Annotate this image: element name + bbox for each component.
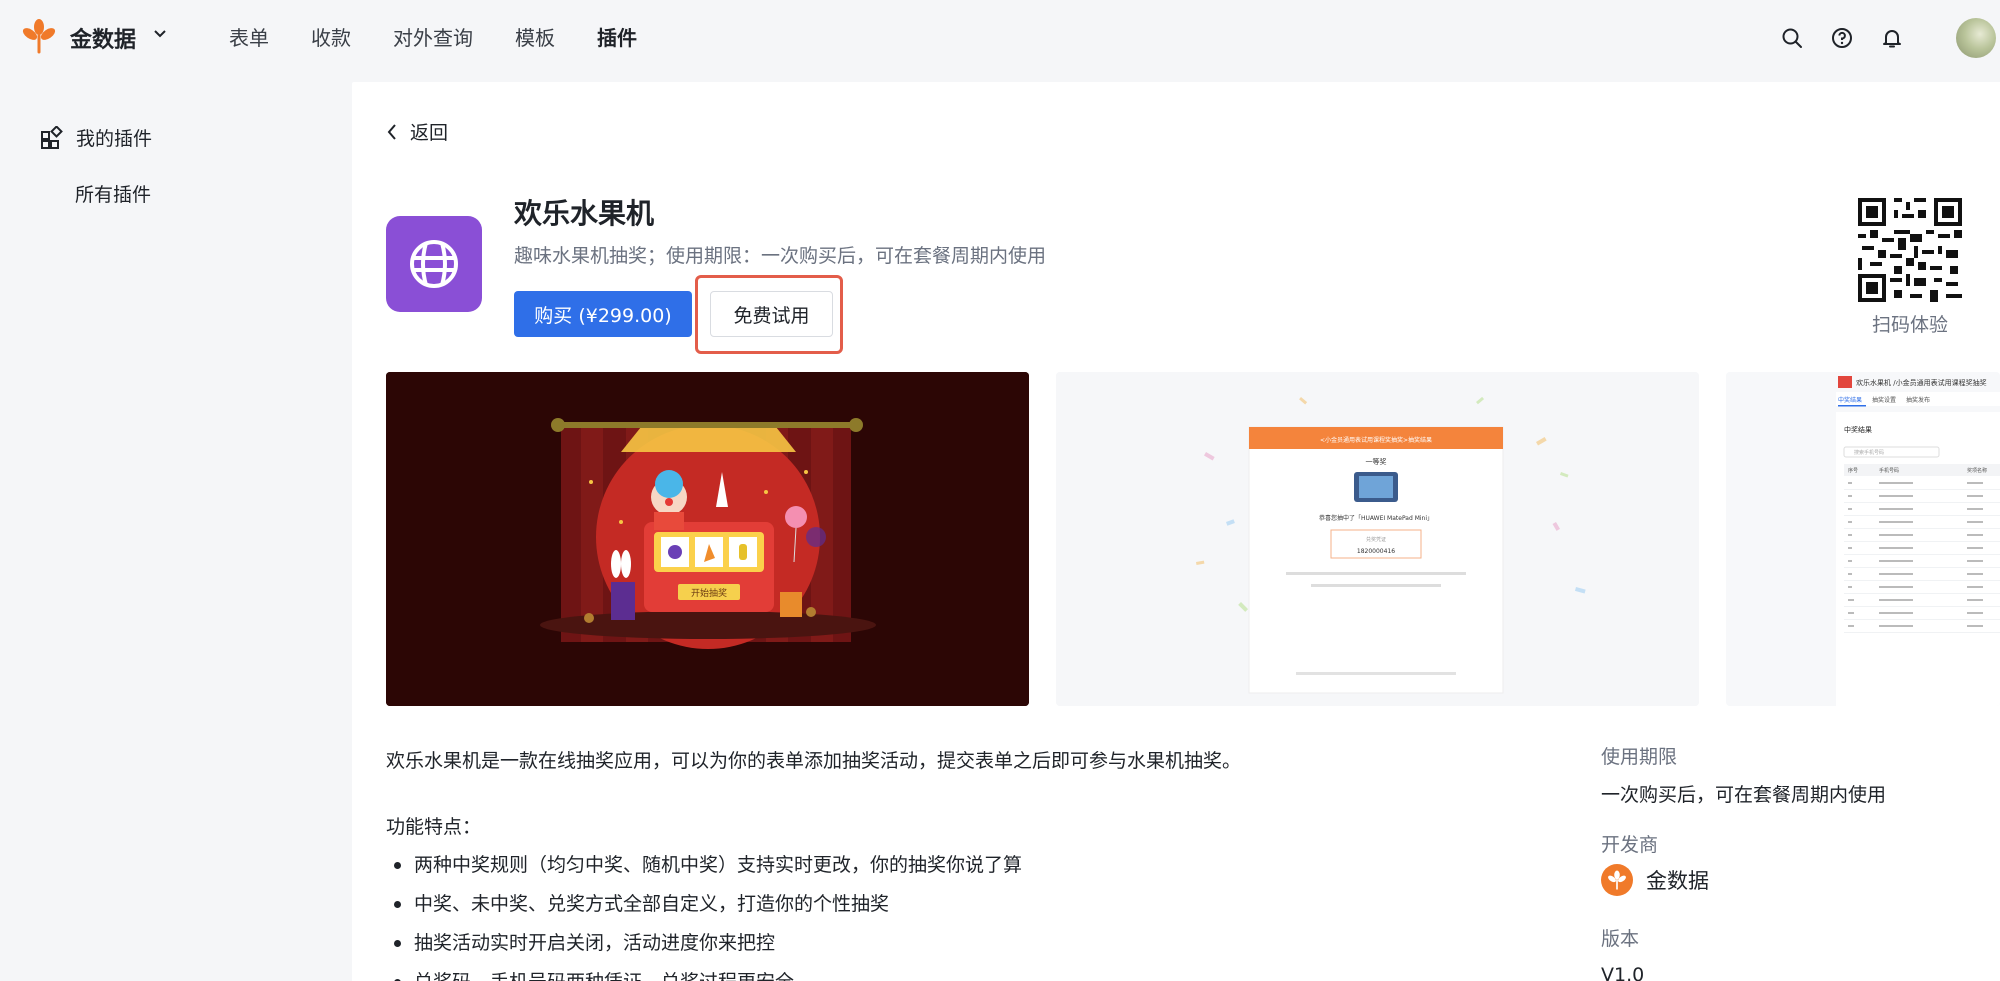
app-subtitle: 趣味水果机抽奖；使用期限：一次购买后，可在套餐周期内使用: [514, 245, 1047, 267]
sidebar-item-label: 所有插件: [75, 184, 152, 206]
small-th-1: 序号: [1848, 467, 1858, 474]
qr-code: [1858, 198, 1962, 302]
free-trial-button[interactable]: 免费试用: [710, 291, 833, 337]
developer-name: 金数据: [1646, 869, 1709, 893]
search-icon[interactable]: [1772, 18, 1812, 58]
nav-item-external-query[interactable]: 对外查询: [393, 22, 473, 51]
small-th-2: 手机号码: [1879, 467, 1899, 474]
small-th-3: 奖项名称: [1967, 467, 1987, 474]
slot-start-label: 开始抽奖: [691, 587, 727, 599]
small-app-title: 欢乐水果机 /小金员通用表试用课程奖抽奖: [1856, 378, 1987, 387]
feature-item: 兑奖码、手机号码两种凭证，兑奖过程更安全: [386, 967, 1022, 981]
feature-item: 中奖、未中奖、兑奖方式全部自定义，打造你的个性抽奖: [386, 889, 1022, 928]
features-list: 两种中奖规则（均匀中奖、随机中奖）支持实时更改，你的抽奖你说了算 中奖、未中奖、…: [386, 850, 1022, 981]
developer-logo-icon: [1601, 864, 1633, 896]
main-panel: 返回 欢乐水果机 趣味水果机抽奖；使用期限：一次购买后，可在套餐周期内使用 购买…: [352, 82, 2000, 981]
sidebar-item-my-plugins[interactable]: 我的插件: [40, 124, 152, 151]
sidebar-item-label: 我的插件: [76, 128, 153, 150]
prize-header-text: <小金员通用表试用课程奖抽奖>抽奖结果: [1320, 436, 1432, 444]
feature-item: 两种中奖规则（均匀中奖、随机中奖）支持实时更改，你的抽奖你说了算: [386, 850, 1022, 889]
small-result-title: 中奖结果: [1844, 425, 1872, 434]
sidebar: 我的插件 所有插件: [0, 74, 352, 981]
brand-name: 金数据: [70, 28, 137, 53]
barrel-icon: [410, 240, 458, 288]
app-icon: [386, 216, 482, 312]
small-tab-3: 抽奖发布: [1906, 396, 1930, 404]
plugin-description: 欢乐水果机是一款在线抽奖应用，可以为你的表单添加抽奖活动，提交表单之后即可参与水…: [386, 750, 1242, 772]
screenshot-prize-result[interactable]: <小金员通用表试用课程奖抽奖>抽奖结果 一等奖 恭喜您抽中了「HUAWEI Ma…: [1056, 372, 1699, 706]
top-bar: 金数据 表单 收款 对外查询 模板 插件: [0, 0, 2000, 74]
nav-item-forms[interactable]: 表单: [229, 22, 269, 51]
nav-item-plugins[interactable]: 插件: [597, 22, 637, 51]
prize-phone-value: 1820000416: [1357, 548, 1395, 555]
screenshot-slot-machine[interactable]: 开始抽奖: [386, 372, 1029, 706]
nav-item-payments[interactable]: 收款: [311, 22, 351, 51]
chevron-down-icon[interactable]: [152, 26, 168, 46]
developer-label: 开发商: [1601, 834, 1659, 856]
main-nav: 表单 收款 对外查询 模板 插件: [229, 22, 679, 51]
small-search-placeholder: 搜索手机号码: [1854, 449, 1884, 456]
small-tab-1: 中奖结果: [1838, 396, 1862, 404]
period-label: 使用期限: [1601, 746, 1678, 768]
version-value: V1.0: [1601, 964, 1645, 981]
back-label: 返回: [410, 122, 449, 144]
brand[interactable]: 金数据: [22, 18, 166, 58]
period-value: 一次购买后，可在套餐周期内使用: [1601, 784, 1887, 806]
sidebar-item-all-plugins[interactable]: 所有插件: [75, 180, 151, 207]
screenshot-result-table[interactable]: 欢乐水果机 /小金员通用表试用课程奖抽奖 中奖结果 抽奖设置 抽奖发布 中奖结果…: [1726, 372, 2000, 706]
avatar[interactable]: [1956, 18, 1996, 58]
prize-phone-label: 兑奖凭证: [1366, 536, 1386, 543]
version-label: 版本: [1601, 928, 1640, 950]
small-tab-2: 抽奖设置: [1872, 396, 1896, 404]
buy-button[interactable]: 购买 (¥299.00): [514, 291, 692, 337]
brand-logo-icon: [22, 18, 56, 58]
features-title: 功能特点：: [386, 816, 482, 838]
chevron-left-icon: [386, 123, 398, 141]
qr-label: 扫码体验: [1872, 314, 1949, 336]
developer: 金数据: [1601, 864, 1709, 896]
app-title: 欢乐水果机: [514, 197, 655, 230]
top-icons: [1770, 18, 2000, 58]
plugins-icon: [40, 125, 64, 150]
bell-icon[interactable]: [1872, 18, 1912, 58]
nav-item-templates[interactable]: 模板: [515, 22, 555, 51]
back-link[interactable]: 返回: [386, 118, 448, 145]
prize-level-text: 一等奖: [1366, 457, 1387, 466]
help-icon[interactable]: [1822, 18, 1862, 58]
feature-item: 抽奖活动实时开启关闭，活动进度你来把控: [386, 928, 1022, 967]
prize-desc-text: 恭喜您抽中了「HUAWEI MatePad Mini」: [1319, 514, 1433, 522]
